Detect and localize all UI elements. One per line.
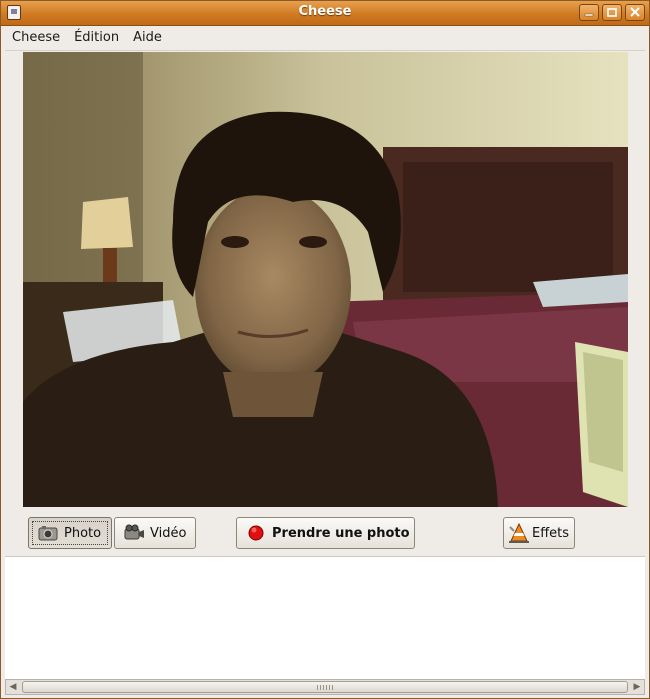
- window-controls: [579, 4, 645, 21]
- scrollbar-thumb[interactable]: [22, 681, 628, 693]
- record-dot-icon: [245, 523, 267, 543]
- close-button[interactable]: [625, 4, 645, 21]
- menu-bar: Cheese Édition Aide: [5, 26, 645, 51]
- webcam-preview: [23, 52, 628, 507]
- menu-edition[interactable]: Édition: [67, 27, 126, 49]
- video-mode-button[interactable]: Vidéo: [114, 517, 196, 549]
- grip-icon: [317, 685, 333, 690]
- video-camera-icon: [123, 523, 145, 543]
- maximize-icon: [607, 8, 617, 17]
- camera-icon: [37, 523, 59, 543]
- effects-label: Effets: [532, 525, 570, 541]
- mode-toolbar: Photo Vidéo Prendre une photo Effets: [5, 510, 645, 556]
- horizontal-scrollbar[interactable]: ◀ ▶: [5, 679, 645, 695]
- cheese-window: Cheese Cheese Édition Aide Photo Vidéo P…: [0, 0, 650, 699]
- take-photo-button[interactable]: Prendre une photo: [236, 517, 415, 549]
- webcam-image: [23, 52, 628, 507]
- close-icon: [630, 7, 640, 17]
- scroll-right-arrow-icon[interactable]: ▶: [630, 680, 644, 694]
- menu-aide[interactable]: Aide: [126, 27, 169, 49]
- minimize-icon: [584, 13, 594, 17]
- photo-mode-label: Photo: [64, 525, 102, 541]
- thumbnail-strip[interactable]: [5, 556, 645, 679]
- maximize-button[interactable]: [602, 4, 622, 21]
- video-mode-label: Vidéo: [150, 525, 187, 541]
- menu-cheese[interactable]: Cheese: [5, 27, 67, 49]
- title-bar[interactable]: Cheese: [1, 1, 649, 26]
- scroll-left-arrow-icon[interactable]: ◀: [6, 680, 20, 694]
- window-title: Cheese: [298, 4, 352, 19]
- minimize-button[interactable]: [579, 4, 599, 21]
- take-photo-label: Prendre une photo: [272, 525, 410, 541]
- effects-button[interactable]: Effets: [503, 517, 575, 549]
- effects-cone-icon: [508, 523, 530, 543]
- photo-mode-button[interactable]: Photo: [28, 517, 112, 549]
